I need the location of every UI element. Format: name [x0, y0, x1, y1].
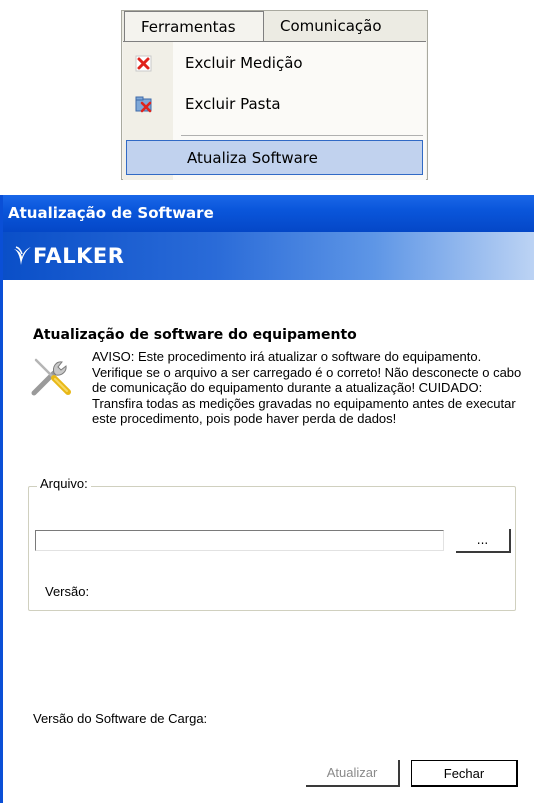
delete-icon — [135, 55, 152, 72]
title-bar[interactable]: Atualização de Software — [0, 195, 534, 232]
menu-ferramentas[interactable]: Ferramentas — [124, 11, 264, 41]
falker-logo-icon — [14, 246, 31, 265]
menu-item-label: Atualiza Software — [187, 149, 318, 167]
version-label: Versão: — [45, 584, 90, 599]
menu-item-excluir-medicao[interactable]: Excluir Medição — [123, 45, 426, 81]
load-software-version-label: Versão do Software de Carga: — [33, 711, 208, 726]
brand-name: FALKER — [33, 244, 125, 268]
browse-button[interactable]: ... — [456, 529, 511, 553]
menu-comunicacao[interactable]: Comunicação — [280, 11, 382, 41]
update-dialog: Atualização de Software FALKER Atualizaç… — [0, 195, 534, 803]
window-title: Atualização de Software — [8, 204, 214, 222]
menu-item-excluir-pasta[interactable]: Excluir Pasta — [123, 86, 426, 122]
menu-dropdown: Excluir Medição Excluir Pasta Atualiza S… — [123, 41, 426, 180]
warning-text: AVISO: Este procedimento irá atualizar o… — [92, 349, 522, 426]
file-group-legend: Arquivo: — [37, 476, 91, 491]
file-path-input[interactable] — [35, 530, 444, 551]
menu-item-label: Excluir Pasta — [185, 95, 281, 113]
brand-banner: FALKER — [3, 232, 534, 280]
menu-separator — [181, 135, 423, 136]
menu-bar: Ferramentas Comunicação — [122, 11, 427, 41]
menu-item-label: Excluir Medição — [185, 54, 303, 72]
menu-item-atualiza-software[interactable]: Atualiza Software — [126, 140, 423, 175]
close-button[interactable]: Fechar — [411, 760, 518, 787]
tools-menu: Ferramentas Comunicação Excluir Medição … — [121, 10, 428, 180]
window-border — [0, 195, 3, 803]
tools-icon — [31, 358, 71, 396]
delete-folder-icon — [135, 96, 152, 113]
update-button[interactable]: Atualizar — [306, 760, 400, 787]
section-heading: Atualização de software do equipamento — [33, 327, 357, 343]
